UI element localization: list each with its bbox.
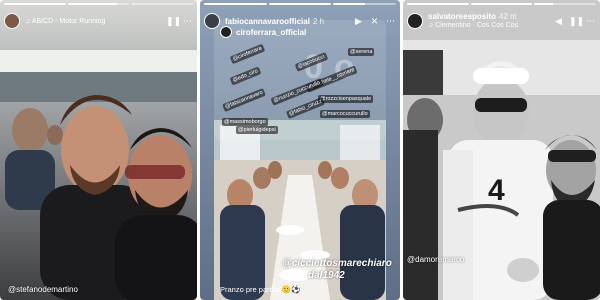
card-tag[interactable]: @rozzcisenpasquale bbox=[318, 95, 374, 103]
card-tag[interactable]: @pierluigidepsi bbox=[236, 126, 278, 134]
story-header: salvatoreesposito 42 m ♫ Clementino · Cos… bbox=[407, 8, 596, 34]
svg-text:4: 4 bbox=[488, 174, 505, 207]
more-icon[interactable]: ⋯ bbox=[182, 16, 193, 27]
story-card-1[interactable]: stefanodemartino ♫ AB/CD - Motor Running… bbox=[0, 0, 197, 300]
story-header: fabiocannavaroofficial 2 h ▶ ✕ ⋯ bbox=[204, 8, 396, 34]
mention-subtag: dal1942 bbox=[308, 270, 345, 281]
story-card-2[interactable]: fabiocannavaroofficial 2 h ▶ ✕ ⋯ ciroferr… bbox=[200, 0, 400, 300]
more-icon[interactable]: ⋯ bbox=[385, 16, 396, 27]
more-icon[interactable]: ⋯ bbox=[585, 16, 596, 27]
story-1-photo bbox=[0, 0, 197, 300]
mention-tag[interactable]: @cicciettosmarechiaro bbox=[282, 258, 392, 269]
pause-icon[interactable]: ❚❚ bbox=[166, 16, 181, 27]
music-track[interactable]: ♫ AB/CD - Motor Running bbox=[25, 17, 161, 26]
username[interactable]: salvatoreesposito 42 m bbox=[428, 12, 548, 21]
pause-icon[interactable]: ❚❚ bbox=[569, 16, 584, 27]
mute-icon[interactable]: ✕ bbox=[369, 16, 380, 27]
story-header: stefanodemartino ♫ AB/CD - Motor Running… bbox=[4, 8, 193, 34]
post-time: 2 h bbox=[312, 16, 325, 26]
play-icon[interactable]: ▶ bbox=[353, 16, 364, 27]
card-tag[interactable]: @massimoborgo bbox=[222, 118, 268, 126]
username[interactable]: fabiocannavaroofficial 2 h bbox=[225, 17, 348, 26]
mention-tag[interactable]: @stefanodemartino bbox=[8, 285, 78, 294]
story-progress bbox=[204, 3, 397, 5]
music-track[interactable]: ♫ Clementino · Cos Cos Cos bbox=[428, 21, 548, 30]
card-tag[interactable]: @marcocuccurullo bbox=[320, 110, 370, 118]
story-caption: Pranzo pre partita 🙂⚽ bbox=[220, 285, 301, 294]
avatar[interactable] bbox=[204, 13, 220, 29]
volume-icon[interactable]: ◀ bbox=[553, 16, 564, 27]
mention-tag[interactable]: @damoremarco bbox=[407, 255, 464, 264]
avatar[interactable] bbox=[4, 13, 20, 29]
story-progress bbox=[4, 3, 194, 5]
story-progress bbox=[407, 3, 597, 5]
card-tag[interactable]: @serena bbox=[348, 48, 375, 56]
story-card-3[interactable]: 4 salvatoreesposito 42 m ♫ Clementino · C… bbox=[403, 0, 600, 300]
avatar[interactable] bbox=[407, 13, 423, 29]
post-time: 42 m bbox=[499, 12, 517, 21]
